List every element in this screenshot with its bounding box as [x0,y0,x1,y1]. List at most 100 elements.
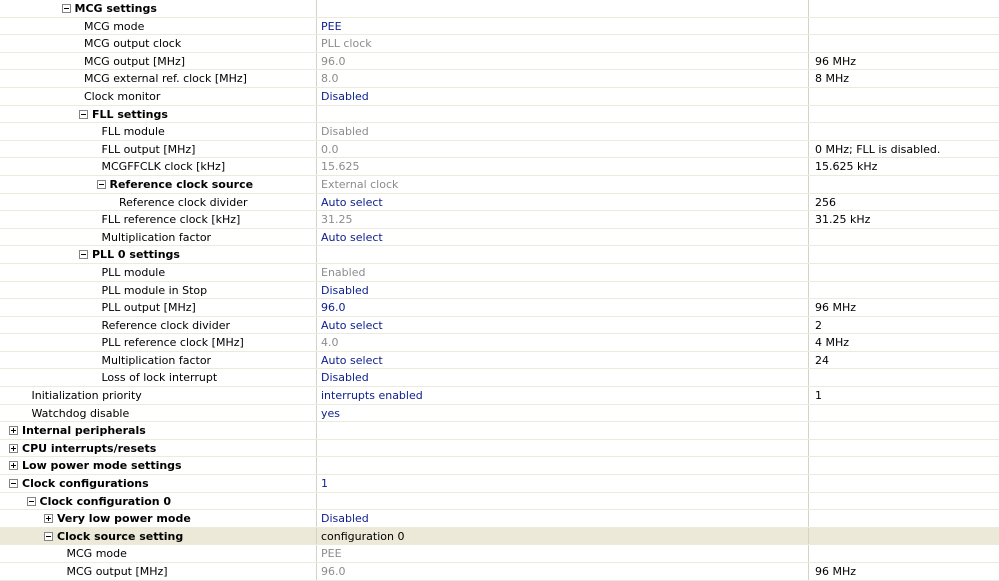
property-value[interactable]: interrupts enabled [317,387,809,404]
property-name-cell[interactable]: MCG output [MHz] [0,563,317,580]
property-name-cell[interactable]: MCG mode [0,17,317,35]
property-details: 256 [815,195,836,209]
property-name-cell[interactable]: FLL module [0,123,317,140]
property-value[interactable]: Auto select [317,228,809,246]
property-row-pll-reference-clock-mhz[interactable]: PLL reference clock [MHz] 4.0 4 MHz [0,334,999,352]
property-value[interactable]: Auto select [317,351,809,369]
property-row-mcg-output-clock[interactable]: MCG output clock PLL clock [0,35,999,53]
property-name-cell[interactable]: MCG mode [0,545,317,562]
property-value[interactable]: Disabled [317,510,809,527]
property-name-cell[interactable]: Multiplication factor [0,228,317,246]
property-value[interactable]: Auto select [317,316,809,334]
property-name-cell[interactable]: MCG output [MHz] [0,52,317,70]
property-name-cell[interactable]: PLL 0 settings [0,246,317,263]
property-row-loss-of-lock-interrupt[interactable]: Loss of lock interrupt Disabled [0,369,999,388]
property-value[interactable]: Disabled [317,87,809,105]
property-value[interactable]: 96.0 [317,299,809,316]
property-row-pll-module-in-stop[interactable]: PLL module in Stop Disabled [0,281,999,300]
property-row-mcg-external-ref-clock-mhz[interactable]: MCG external ref. clock [MHz] 8.0 8 MHz [0,70,999,88]
property-value[interactable]: 1 [317,475,809,492]
property-row-fll-reference-clock-khz[interactable]: FLL reference clock [kHz] 31.25 31.25 kHz [0,211,999,229]
property-row-mcg-output-mhz[interactable]: MCG output [MHz] 96.0 96 MHz [0,52,999,71]
property-details: 4 MHz [815,336,850,350]
collapse-icon[interactable] [96,179,106,189]
property-row-initialization-priority[interactable]: Initialization priority interrupts enable… [0,387,999,405]
expand-icon[interactable] [9,426,18,436]
property-name-cell[interactable]: Clock source setting [0,527,317,545]
property-name-cell[interactable]: MCG settings [0,0,317,17]
property-name-cell[interactable]: FLL reference clock [kHz] [0,211,317,228]
property-name-cell[interactable]: PLL module in Stop [0,281,317,299]
property-row-mcg-output-mhz[interactable]: MCG output [MHz] 96.0 96 MHz [0,563,999,581]
property-row-pll-output-mhz[interactable]: PLL output [MHz] 96.0 96 MHz [0,299,999,317]
property-name-cell[interactable]: Reference clock divider [0,193,317,211]
property-row-cpu-interrupts-resets[interactable]: CPU interrupts/resets [0,439,999,458]
property-value: 31.25 [317,211,809,228]
property-name-cell[interactable]: Multiplication factor [0,351,317,369]
property-value[interactable]: Disabled [317,369,809,387]
expand-icon[interactable] [44,514,53,524]
property-name-cell[interactable]: FLL output [MHz] [0,140,317,158]
collapse-icon[interactable] [9,479,18,489]
property-name-cell[interactable]: MCG output clock [0,35,317,52]
property-name-cell[interactable]: Very low power mode [0,510,317,527]
property-row-mcg-mode[interactable]: MCG mode PEE [0,545,999,563]
property-row-very-low-power-mode[interactable]: Very low power mode Disabled [0,510,999,528]
collapse-icon[interactable] [79,250,88,260]
property-row-low-power-mode-settings[interactable]: Low power mode settings [0,457,999,476]
property-name-cell[interactable]: PLL module [0,263,317,281]
property-row-mcg-mode[interactable]: MCG mode PEE [0,17,999,36]
property-value[interactable]: yes [317,404,809,422]
property-row-reference-clock-divider[interactable]: Reference clock divider Auto select 2 [0,316,999,335]
collapse-icon[interactable] [79,109,88,119]
property-row-reference-clock-source[interactable]: Reference clock source External clock [0,175,999,194]
property-row-multiplication-factor[interactable]: Multiplication factor Auto select 24 [0,351,999,370]
property-value[interactable]: Disabled [317,281,809,299]
property-name-cell[interactable]: PLL output [MHz] [0,299,317,316]
property-name-cell[interactable]: Reference clock source [0,175,317,193]
property-name-cell[interactable]: Loss of lock interrupt [0,369,317,387]
property-value: 8.0 [317,70,809,87]
property-name-cell[interactable]: MCG external ref. clock [MHz] [0,70,317,87]
property-value[interactable]: Auto select [317,193,809,211]
property-row-mcg-settings[interactable]: MCG settings [0,0,999,18]
expand-icon[interactable] [9,443,18,453]
property-row-watchdog-disable[interactable]: Watchdog disable yes [0,404,999,423]
property-row-internal-peripherals[interactable]: Internal peripherals [0,422,999,440]
property-row-fll-output-mhz[interactable]: FLL output [MHz] 0.0 0 MHz; FLL is disable… [0,140,999,159]
property-row-clock-configuration-0[interactable]: Clock configuration 0 [0,492,999,511]
property-name-cell[interactable]: CPU interrupts/resets [0,439,317,457]
property-name-cell[interactable]: MCGFFCLK clock [kHz] [0,158,317,175]
property-row-fll-module[interactable]: FLL module Disabled [0,123,999,141]
property-name-cell[interactable]: Internal peripherals [0,422,317,439]
property-name-cell[interactable]: Initialization priority [0,387,317,404]
property-name: MCG output [MHz] [84,54,186,68]
collapse-icon[interactable] [26,496,36,506]
property-row-pll-module[interactable]: PLL module Enabled [0,263,999,282]
property-value [317,246,809,263]
property-row-fll-settings[interactable]: FLL settings [0,105,999,124]
property-name-cell[interactable]: Clock configurations [0,475,317,492]
expand-icon[interactable] [9,461,18,471]
property-name: PLL module [101,265,166,279]
property-name-cell[interactable]: Reference clock divider [0,316,317,334]
property-row-clock-monitor[interactable]: Clock monitor Disabled [0,87,999,106]
property-name-cell[interactable]: Low power mode settings [0,457,317,475]
property-name-cell[interactable]: Clock configuration 0 [0,492,317,510]
collapse-icon[interactable] [61,4,71,13]
property-row-pll-0-settings[interactable]: PLL 0 settings [0,246,999,264]
property-row-clock-source-setting[interactable]: Clock source setting configuration 0 [0,527,999,546]
property-name-cell[interactable]: Clock monitor [0,87,317,105]
property-details [810,493,999,510]
property-name: CPU interrupts/resets [22,441,157,455]
property-name-cell[interactable]: FLL settings [0,105,317,123]
property-row-multiplication-factor[interactable]: Multiplication factor Auto select [0,228,999,247]
property-row-mcgffclk-clock-khz[interactable]: MCGFFCLK clock [kHz] 15.625 15.625 kHz [0,158,999,176]
property-row-reference-clock-divider[interactable]: Reference clock divider Auto select 256 [0,193,999,212]
property-name-cell[interactable]: Watchdog disable [0,404,317,422]
property-name-cell[interactable]: PLL reference clock [MHz] [0,334,317,351]
collapse-icon[interactable] [44,531,53,541]
property-row-clock-configurations[interactable]: Clock configurations 1 [0,475,999,493]
property-details [810,369,999,386]
property-value[interactable]: PEE [317,17,809,35]
